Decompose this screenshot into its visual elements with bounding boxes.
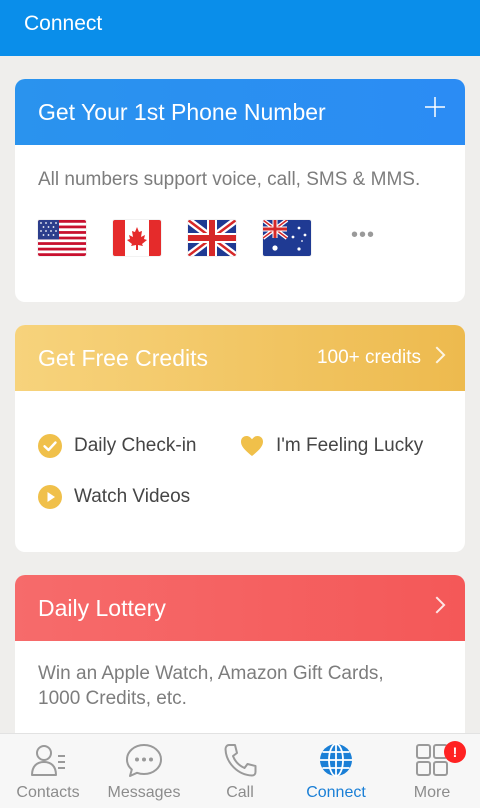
phone-number-card[interactable]: Get Your 1st Phone Number All numbers su… (15, 79, 465, 302)
daily-lottery-title: Daily Lottery (38, 595, 166, 621)
messages-icon (126, 744, 162, 777)
globe-icon (320, 743, 352, 777)
free-credits-header[interactable]: Get Free Credits 100+ credits (15, 325, 465, 391)
daily-lottery-header[interactable]: Daily Lottery (15, 575, 465, 641)
free-credits-card[interactable]: Get Free Credits 100+ credits Daily Chec… (15, 325, 465, 552)
free-credits-title: Get Free Credits (38, 345, 208, 371)
tab-messages-label: Messages (107, 784, 181, 801)
uk-flag[interactable] (188, 220, 236, 256)
daily-checkin-button[interactable]: Daily Check-in (38, 432, 218, 460)
australia-flag[interactable] (263, 220, 311, 256)
page-title: Connect (24, 12, 103, 35)
tab-messages[interactable]: Messages (96, 734, 192, 808)
feeling-lucky-label: I'm Feeling Lucky (276, 435, 424, 456)
chevron-right-icon (428, 596, 446, 614)
tab-call-label: Call (226, 784, 254, 801)
lottery-description-line1: Win an Apple Watch, Amazon Gift Cards, (38, 663, 384, 684)
feeling-lucky-button[interactable]: I'm Feeling Lucky (240, 432, 440, 460)
plus-icon[interactable] (425, 97, 445, 117)
phone-number-title: Get Your 1st Phone Number (38, 99, 326, 125)
phone-number-header[interactable]: Get Your 1st Phone Number (15, 79, 465, 145)
bottom-navigation: Contacts Messages Call Connect ! More (0, 733, 480, 808)
contacts-icon (31, 745, 65, 776)
check-circle-icon (38, 434, 62, 458)
lottery-description-line2: 1000 Credits, etc. (38, 688, 187, 709)
daily-checkin-label: Daily Check-in (74, 435, 197, 456)
chevron-right-icon (428, 346, 446, 364)
tab-connect[interactable]: Connect (288, 734, 384, 808)
phone-number-description: All numbers support voice, call, SMS & M… (38, 169, 421, 190)
tab-call[interactable]: Call (192, 734, 288, 808)
tab-contacts-label: Contacts (16, 784, 80, 801)
more-flags-icon[interactable]: ••• (351, 224, 375, 247)
phone-icon (224, 744, 257, 777)
tab-connect-label: Connect (306, 784, 366, 801)
us-flag[interactable] (38, 220, 86, 256)
watch-videos-button[interactable]: Watch Videos (38, 483, 218, 511)
tab-more[interactable]: ! More (384, 734, 480, 808)
watch-videos-label: Watch Videos (74, 486, 191, 507)
canada-flag[interactable] (113, 220, 161, 256)
tab-more-label: More (413, 784, 451, 801)
app-bar: Connect (0, 0, 480, 56)
heart-icon (241, 436, 263, 456)
notification-badge: ! (444, 741, 466, 763)
credits-amount: 100+ credits (316, 347, 421, 368)
play-circle-icon (38, 485, 62, 509)
tab-contacts[interactable]: Contacts (0, 734, 96, 808)
